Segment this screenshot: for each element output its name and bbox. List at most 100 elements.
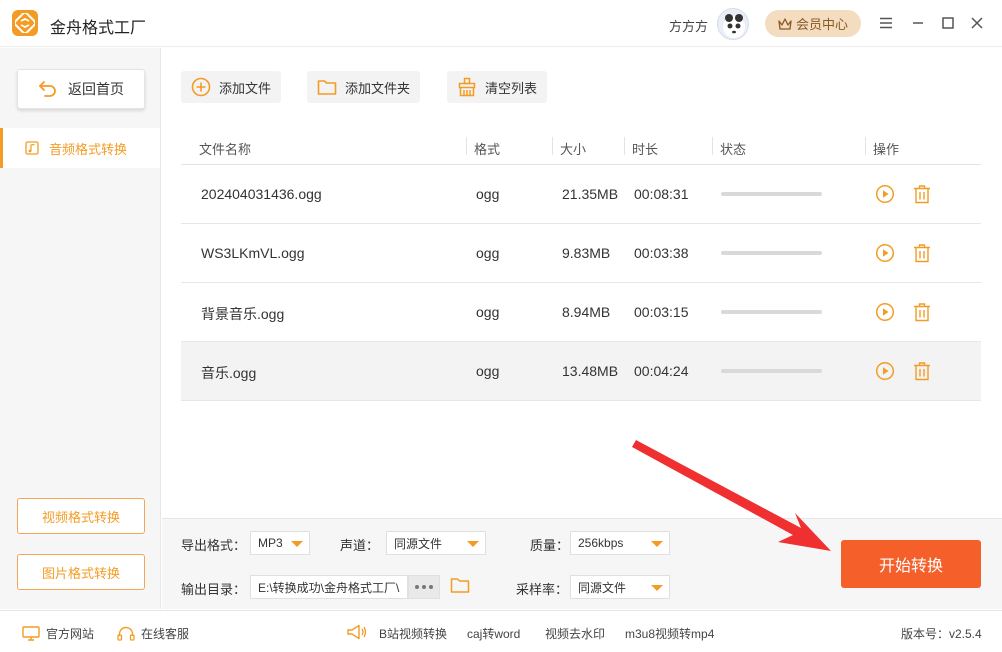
add-file-label: 添加文件 bbox=[219, 80, 272, 96]
megaphone-icon bbox=[347, 624, 367, 640]
chevron-down-icon bbox=[651, 585, 663, 591]
trash-icon[interactable] bbox=[912, 361, 932, 381]
chevron-down-icon bbox=[467, 541, 479, 547]
maximize-icon[interactable] bbox=[938, 13, 958, 33]
channel-label: 声道： bbox=[340, 538, 380, 553]
output-dir-value: E:\转换成功\金舟格式工厂\ bbox=[258, 580, 400, 595]
col-duration: 时长 bbox=[632, 142, 659, 157]
play-circle-icon[interactable] bbox=[875, 184, 895, 204]
menu-icon[interactable] bbox=[876, 13, 896, 33]
table-row[interactable]: 音乐.ogg ogg 13.48MB 00:04:24 bbox=[181, 342, 981, 401]
app-title: 金舟格式工厂 bbox=[50, 20, 147, 37]
logo-icon bbox=[12, 10, 38, 36]
vip-center-label: 会员中心 bbox=[795, 17, 848, 32]
headset-icon bbox=[117, 626, 135, 641]
title-bar: 金舟格式工厂 方方方 会员中心 bbox=[0, 0, 1002, 47]
crown-icon bbox=[778, 17, 792, 30]
clear-list-button[interactable]: 清空列表 bbox=[447, 71, 548, 103]
browse-more-button[interactable] bbox=[408, 575, 440, 599]
file-table-header: 文件名称 格式 大小 时长 状态 操作 bbox=[181, 129, 981, 165]
online-support-label: 在线客服 bbox=[141, 627, 190, 641]
column-divider bbox=[624, 137, 625, 155]
video-convert-button[interactable]: 视频格式转换 bbox=[17, 498, 145, 534]
app-window: 金舟格式工厂 方方方 会员中心 返回首页 音频格式转换 视频格式转换 图片格式转… bbox=[0, 0, 1002, 652]
monitor-icon bbox=[22, 626, 40, 641]
trash-icon[interactable] bbox=[912, 243, 932, 263]
official-website-link[interactable]: 官方网站 bbox=[22, 625, 94, 642]
open-folder-icon[interactable] bbox=[450, 576, 470, 594]
broom-icon bbox=[458, 77, 476, 97]
sample-rate-select[interactable]: 同源文件 bbox=[570, 575, 670, 599]
file-duration: 00:03:38 bbox=[634, 245, 689, 261]
music-file-icon bbox=[25, 141, 39, 155]
clear-list-label: 清空列表 bbox=[485, 80, 538, 96]
file-name: 202404031436.ogg bbox=[201, 186, 322, 202]
progress-bar bbox=[721, 192, 822, 196]
play-circle-icon[interactable] bbox=[875, 302, 895, 322]
table-row[interactable]: WS3LKmVL.ogg ogg 9.83MB 00:03:38 bbox=[181, 224, 981, 283]
trash-icon[interactable] bbox=[912, 184, 932, 204]
progress-bar bbox=[721, 369, 822, 373]
promo-link[interactable]: B站视频转换 bbox=[379, 625, 447, 642]
channel-select[interactable]: 同源文件 bbox=[386, 531, 486, 555]
chevron-down-icon bbox=[651, 541, 663, 547]
file-size: 21.35MB bbox=[562, 186, 619, 202]
quality-value: 256kbps bbox=[578, 536, 624, 550]
channel-value: 同源文件 bbox=[394, 536, 443, 551]
sidebar-item-audio-convert[interactable]: 音频格式转换 bbox=[0, 128, 160, 168]
online-support-link[interactable]: 在线客服 bbox=[117, 625, 189, 642]
trash-icon[interactable] bbox=[912, 302, 932, 322]
progress-bar bbox=[721, 251, 822, 255]
file-size: 8.94MB bbox=[562, 304, 611, 320]
add-file-button[interactable]: 添加文件 bbox=[181, 71, 282, 103]
output-dir-label: 输出目录： bbox=[181, 582, 247, 597]
start-convert-button[interactable]: 开始转换 bbox=[841, 540, 981, 588]
column-divider bbox=[712, 137, 713, 155]
file-format: ogg bbox=[476, 245, 500, 261]
chevron-down-icon bbox=[291, 541, 303, 547]
close-icon[interactable] bbox=[967, 13, 987, 33]
vip-center-button[interactable]: 会员中心 bbox=[765, 10, 861, 37]
file-size: 9.83MB bbox=[562, 245, 611, 261]
sidebar-item-label: 音频格式转换 bbox=[49, 141, 128, 157]
sample-rate-value: 同源文件 bbox=[578, 580, 627, 595]
output-settings-panel: 导出格式： MP3 声道： 同源文件 质量： 256kbps 输出目录： E:\… bbox=[162, 518, 1002, 609]
file-format: ogg bbox=[476, 186, 500, 202]
col-format: 格式 bbox=[474, 142, 501, 157]
file-name: 背景音乐.ogg bbox=[201, 306, 285, 322]
promo-link[interactable]: 视频去水印 bbox=[545, 625, 605, 642]
user-name[interactable]: 方方方 bbox=[669, 16, 708, 35]
add-folder-label: 添加文件夹 bbox=[345, 80, 411, 96]
column-divider bbox=[552, 137, 553, 155]
table-row[interactable]: 背景音乐.ogg ogg 8.94MB 00:03:15 bbox=[181, 283, 981, 342]
avatar[interactable] bbox=[717, 8, 749, 40]
footer-bar: 官方网站 在线客服 B站视频转换 caj转word 视频去水印 m3u8视频转m… bbox=[0, 610, 1002, 652]
column-divider bbox=[865, 137, 866, 155]
col-size: 大小 bbox=[560, 142, 587, 157]
folder-icon bbox=[317, 80, 337, 95]
add-folder-button[interactable]: 添加文件夹 bbox=[307, 71, 421, 103]
file-format: ogg bbox=[476, 363, 500, 379]
official-website-label: 官方网站 bbox=[46, 627, 95, 641]
play-circle-icon[interactable] bbox=[875, 243, 895, 263]
promo-link[interactable]: caj转word bbox=[467, 625, 520, 642]
sidebar: 返回首页 音频格式转换 视频格式转换 图片格式转换 bbox=[0, 48, 161, 609]
play-circle-icon[interactable] bbox=[875, 361, 895, 381]
version-label: 版本号：v2.5.4 bbox=[901, 627, 982, 641]
file-duration: 00:04:24 bbox=[634, 363, 689, 379]
quality-select[interactable]: 256kbps bbox=[570, 531, 670, 555]
sample-rate-label: 采样率： bbox=[516, 582, 569, 597]
promo-link[interactable]: m3u8视频转mp4 bbox=[625, 625, 714, 642]
image-convert-button[interactable]: 图片格式转换 bbox=[17, 554, 145, 590]
file-size: 13.48MB bbox=[562, 363, 619, 379]
file-duration: 00:03:15 bbox=[634, 304, 689, 320]
back-home-button[interactable]: 返回首页 bbox=[17, 69, 145, 109]
minimize-icon[interactable] bbox=[908, 13, 928, 33]
back-home-label: 返回首页 bbox=[68, 81, 124, 97]
file-name: WS3LKmVL.ogg bbox=[201, 245, 305, 261]
quality-label: 质量： bbox=[530, 538, 570, 553]
file-format: ogg bbox=[476, 304, 500, 320]
output-dir-field[interactable]: E:\转换成功\金舟格式工厂\ bbox=[250, 575, 408, 599]
export-format-select[interactable]: MP3 bbox=[250, 531, 310, 555]
table-row[interactable]: 202404031436.ogg ogg 21.35MB 00:08:31 bbox=[181, 165, 981, 224]
